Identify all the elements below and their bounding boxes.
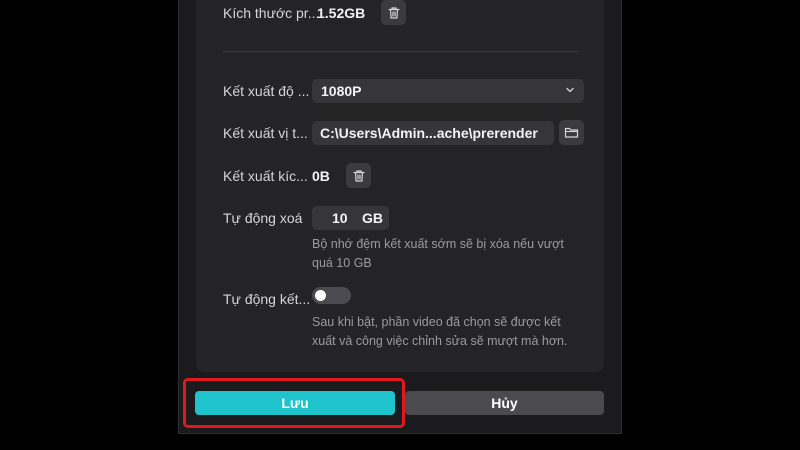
clear-cache-button[interactable] (381, 0, 406, 25)
toggle-knob (315, 290, 326, 301)
auto-delete-amount: 10 (332, 210, 348, 226)
render-size-label: Kết xuất kíc... (223, 168, 308, 184)
auto-delete-label: Tự động xoá (223, 210, 303, 226)
trash-icon (352, 169, 365, 182)
trash-icon (387, 6, 400, 19)
auto-render-toggle[interactable] (312, 287, 351, 304)
render-size-value: 0B (312, 168, 330, 184)
folder-icon (564, 127, 579, 138)
browse-folder-button[interactable] (559, 120, 584, 145)
cache-size-value: 1.52GB (317, 5, 366, 21)
cache-size-label: Kích thước pr... (223, 5, 320, 21)
cancel-button[interactable]: Hủy (405, 391, 604, 415)
render-location-label: Kết xuất vị t... (223, 125, 308, 141)
render-location-field[interactable]: C:\Users\Admin...ache\prerender (312, 121, 554, 145)
auto-render-hint: Sau khi bật, phần video đã chọn sẽ được … (312, 315, 568, 348)
render-quality-select[interactable]: 1080P (312, 79, 584, 103)
auto-delete-unit: GB (362, 210, 383, 226)
section-divider (223, 51, 579, 52)
save-highlight-box (183, 378, 405, 428)
auto-delete-input[interactable]: 10 GB (312, 206, 389, 230)
auto-delete-hint: Bộ nhớ đệm kết xuất sớm sẽ bị xóa nếu vư… (312, 237, 564, 270)
chevron-down-icon (566, 87, 574, 93)
render-quality-label: Kết xuất độ ... (223, 83, 310, 99)
render-quality-value: 1080P (321, 83, 362, 99)
clear-render-button[interactable] (346, 163, 371, 188)
auto-render-label: Tự động kết... (223, 291, 311, 307)
